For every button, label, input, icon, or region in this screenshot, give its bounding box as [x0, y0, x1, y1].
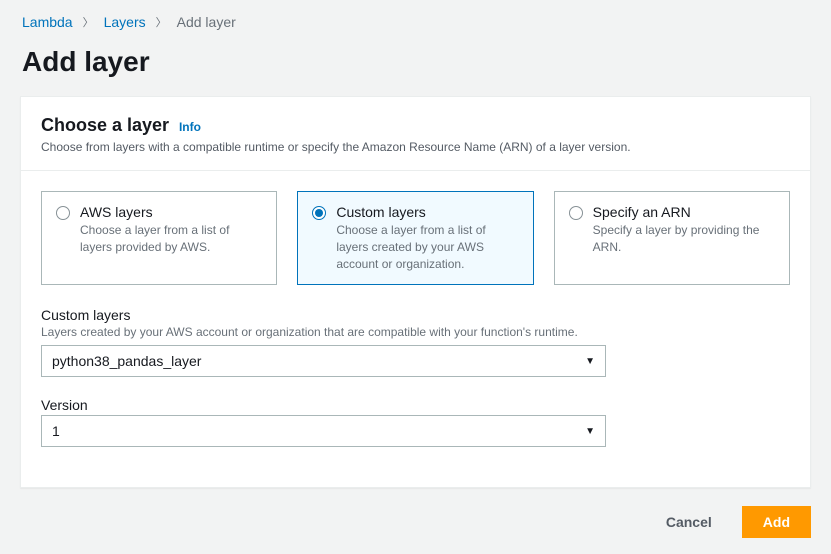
caret-down-icon: ▼ — [585, 356, 595, 367]
radio-description: Specify a layer by providing the ARN. — [593, 222, 775, 256]
cancel-button[interactable]: Cancel — [646, 507, 732, 537]
caret-down-icon: ▼ — [585, 426, 595, 437]
page-title: Add layer — [0, 36, 831, 96]
radio-icon — [569, 206, 583, 220]
breadcrumb: Lambda 〉 Layers 〉 Add layer — [0, 0, 831, 36]
radio-icon — [312, 206, 326, 220]
panel-body: AWS layers Choose a layer from a list of… — [21, 171, 810, 487]
panel-header: Choose a layer Info Choose from layers w… — [21, 97, 810, 171]
panel-description: Choose from layers with a compatible run… — [41, 140, 790, 154]
radio-title: Custom layers — [336, 204, 518, 220]
custom-layers-field: Custom layers Layers created by your AWS… — [41, 307, 790, 377]
field-label: Version — [41, 397, 790, 413]
chevron-right-icon: 〉 — [83, 14, 94, 30]
custom-layers-select[interactable]: python38_pandas_layer ▼ — [41, 345, 606, 377]
breadcrumb-current: Add layer — [177, 14, 236, 30]
info-link[interactable]: Info — [179, 120, 201, 134]
radio-specify-arn[interactable]: Specify an ARN Specify a layer by provid… — [554, 191, 790, 285]
footer-actions: Cancel Add — [0, 506, 831, 554]
choose-layer-panel: Choose a layer Info Choose from layers w… — [20, 96, 811, 488]
panel-title: Choose a layer — [41, 115, 169, 135]
radio-description: Choose a layer from a list of layers cre… — [336, 222, 518, 272]
field-label: Custom layers — [41, 307, 790, 323]
radio-custom-layers[interactable]: Custom layers Choose a layer from a list… — [297, 191, 533, 285]
select-value: python38_pandas_layer — [52, 353, 201, 369]
radio-title: Specify an ARN — [593, 204, 775, 220]
radio-aws-layers[interactable]: AWS layers Choose a layer from a list of… — [41, 191, 277, 285]
breadcrumb-lambda[interactable]: Lambda — [22, 14, 73, 30]
radio-title: AWS layers — [80, 204, 262, 220]
breadcrumb-layers[interactable]: Layers — [104, 14, 146, 30]
version-field: Version 1 ▼ — [41, 397, 790, 447]
select-value: 1 — [52, 423, 60, 439]
field-description: Layers created by your AWS account or or… — [41, 325, 790, 339]
version-select[interactable]: 1 ▼ — [41, 415, 606, 447]
layer-source-options: AWS layers Choose a layer from a list of… — [41, 191, 790, 285]
add-button[interactable]: Add — [742, 506, 811, 538]
radio-icon — [56, 206, 70, 220]
chevron-right-icon: 〉 — [156, 14, 167, 30]
radio-description: Choose a layer from a list of layers pro… — [80, 222, 262, 256]
